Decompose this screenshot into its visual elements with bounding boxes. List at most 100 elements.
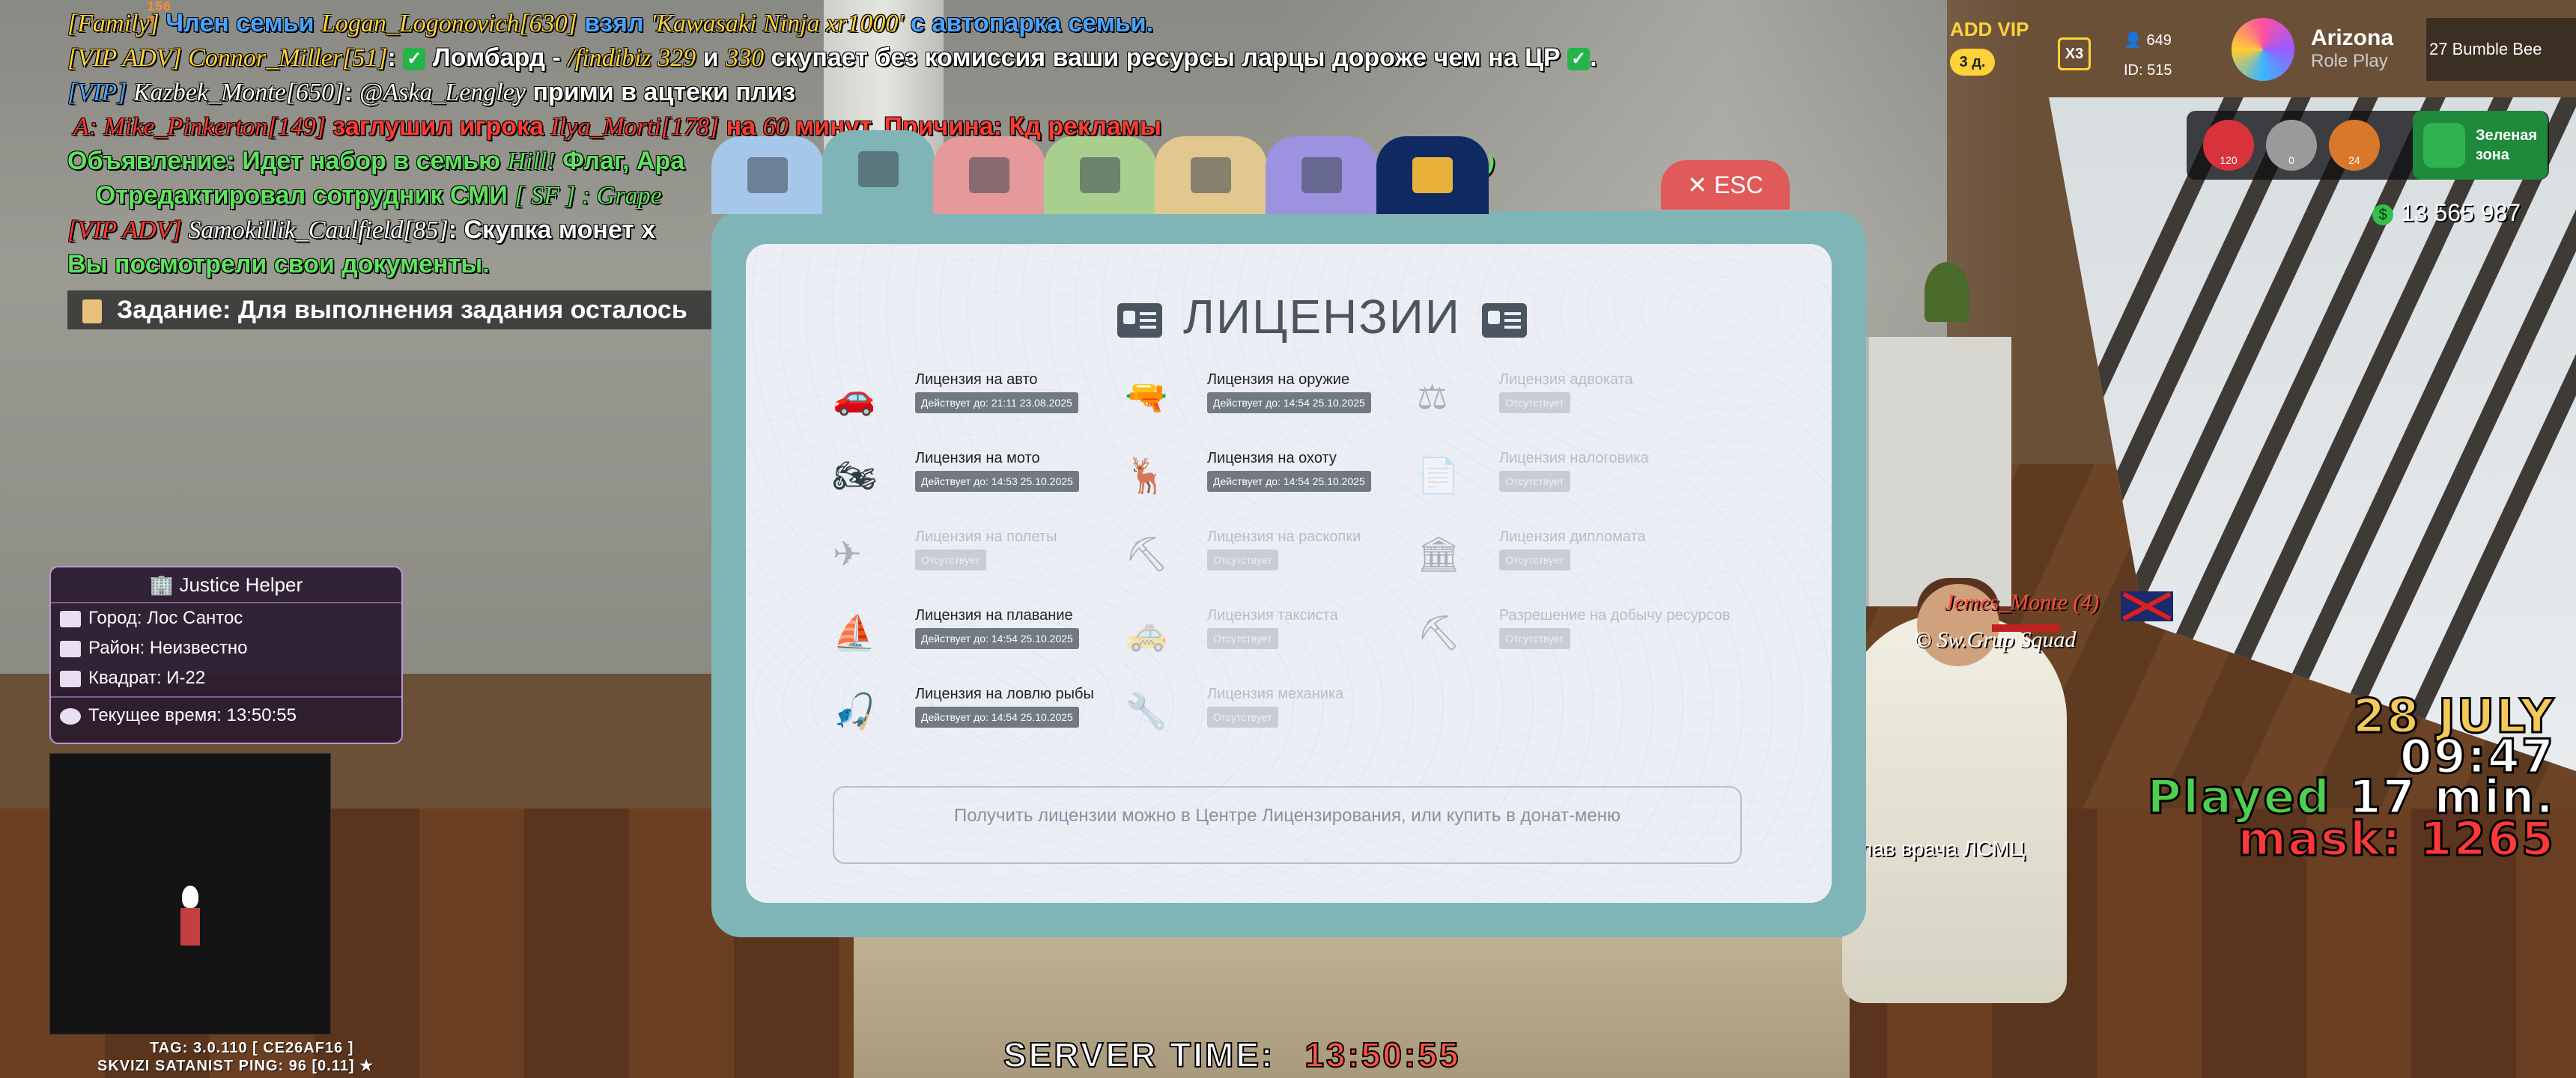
close-button[interactable]: ✕ ESC <box>1661 160 1790 210</box>
online-count: 👤 649 <box>2124 32 2172 49</box>
task-bar: Задание: Для выполнения задания осталось <box>67 290 756 329</box>
license-item: ⛏ Лицензия на раскопки Отсутствует <box>1125 529 1409 596</box>
motorcycle-icon: 🏍 <box>833 456 877 495</box>
tab-donate[interactable] <box>1376 136 1489 214</box>
chat-text: скупает без комиссия ваши ресурсы ларцы … <box>764 43 1568 72</box>
chat-line: [Family] Член семьи Logan_Logonovich[630… <box>67 6 1597 40</box>
dollar-icon: $ <box>2372 204 2393 225</box>
plane-icon: ✈ <box>833 535 862 573</box>
server-stats: 👤 649 ID: 515 <box>2124 25 2172 85</box>
task-label: Задание <box>117 296 223 324</box>
sailboat-icon: ⛵ <box>833 613 876 652</box>
vehicles-icon <box>1301 157 1342 193</box>
chat-text: Connor_Miller[51] <box>188 44 388 72</box>
chat-text: Объявление: Идет набор в семью <box>67 147 508 175</box>
license-item: ⚖ Лицензия адвоката Отсутствует <box>1417 371 1701 439</box>
chat-text: : Скупка монет х <box>448 216 656 244</box>
time-row: Текущее время: 13:50:55 <box>51 701 401 731</box>
flag-icon <box>2121 591 2173 621</box>
license-name: Лицензия на оружие <box>1207 371 1350 388</box>
license-status: Отсутствует <box>915 549 986 570</box>
chat-text: [VIP ADV] <box>67 44 189 72</box>
license-name: Лицензия на ловлю рыбы <box>915 686 1094 702</box>
tab-military[interactable] <box>1044 136 1156 214</box>
shovel-icon: ⛏ <box>1125 535 1169 573</box>
chat-text: [ SF ] : Grape <box>514 182 662 210</box>
license-item: ⛏ Разрешение на добычу ресурсов Отсутствуе… <box>1417 607 1731 674</box>
chat-line: [VIP] Kazbek_Monte[650]: @Aska_Lengley п… <box>67 75 1597 109</box>
city-row: Город: Лос Сантос <box>51 603 401 633</box>
tab-medical[interactable] <box>933 136 1045 214</box>
page-title: ЛИЦЕНЗИИ <box>1096 284 1548 349</box>
chat-text: [Family] <box>67 10 166 37</box>
tab-vehicles[interactable] <box>1266 136 1378 214</box>
license-status: Отсутствует <box>1207 707 1278 728</box>
gavel-icon: ⚖ <box>1417 377 1448 416</box>
chat-text: Ilya_Morti[178] <box>550 113 720 141</box>
plant <box>1925 262 1969 322</box>
level-badge: 24 <box>2329 120 2380 171</box>
brand-sub: Role Play <box>2311 51 2388 71</box>
chat-text: Kazbek_Monte[650] <box>133 79 344 106</box>
license-item: 🏍 Лицензия на мото Действует до: 14:53 25.… <box>833 450 1117 517</box>
chat-text: прими в ацтеки плиз <box>526 78 796 106</box>
license-status: Отсутствует <box>1499 471 1570 492</box>
client-nick-ping: SKVIZI SATANIST PING: 96 [0.11] ★ <box>97 1058 374 1074</box>
license-item: 🔧 Лицензия механика Отсутствует <box>1125 686 1409 753</box>
license-status: Действует до: 14:54 25.10.2025 <box>1207 471 1371 492</box>
license-name: Лицензия на мото <box>915 450 1040 466</box>
license-name: Лицензия налоговика <box>1499 450 1649 466</box>
scroll-icon <box>82 299 102 324</box>
client-tag: TAG: 3.0.110 [ CE26AF16 ] <box>150 1040 354 1056</box>
tab-passport[interactable] <box>711 136 824 214</box>
license-status: Действует до: 14:54 25.10.2025 <box>915 707 1079 728</box>
property-icon <box>1191 157 1231 193</box>
player-marker-base <box>180 908 200 945</box>
armor-badge: 0 <box>2266 120 2317 171</box>
pistol-icon: 🔫 <box>1125 377 1168 416</box>
license-status: Отсутствует <box>1499 392 1570 413</box>
tab-property[interactable] <box>1155 136 1267 214</box>
player-nametag: Jemes_Monte (4) <box>1944 590 2100 615</box>
player-id: ID: 515 <box>2124 62 2172 79</box>
deer-icon: 🦌 <box>1125 456 1168 495</box>
license-item: 🔫 Лицензия на оружие Действует до: 14:54 2… <box>1125 371 1409 439</box>
pickaxe-icon: ⛏ <box>1417 613 1461 652</box>
server-time: SERVER TIME: 13:50:55 <box>1003 1035 1461 1075</box>
chat-text: A: <box>67 113 104 141</box>
city-icon <box>60 610 81 627</box>
license-status: Действует до: 21:11 23.08.2025 <box>915 392 1078 413</box>
add-vip-button[interactable]: ADD VIP 3 д. <box>1950 18 2029 76</box>
player-job: лав врача ЛСМЦ <box>1860 837 2026 860</box>
chat-line: [VIP ADV] Connor_Miller[51]: ✓ Ломбард -… <box>67 40 1597 75</box>
chat-text: Samokillik_Caulfield[85] <box>188 216 449 244</box>
vip-days-badge: 3 д. <box>1950 49 1995 76</box>
justice-helper-title: 🏢 Justice Helper <box>51 567 401 603</box>
license-status: Отсутствует <box>1499 628 1570 649</box>
licenses-note: Получить лицензии можно в Центре Лицензи… <box>833 786 1742 864</box>
license-name: Лицензия на плавание <box>915 607 1073 624</box>
divider <box>51 696 401 698</box>
taxi-icon: 🚕 <box>1125 613 1168 652</box>
tab-licenses[interactable] <box>822 130 935 214</box>
cabinet-door <box>1865 337 2011 606</box>
task-text: : Для выполнения задания осталось <box>222 296 687 324</box>
license-item: 🦌 Лицензия на охоту Действует до: 14:54 25… <box>1125 450 1409 517</box>
donate-icon <box>1412 157 1453 193</box>
wrench-icon: 🔧 <box>1125 692 1168 731</box>
license-item: 🎣 Лицензия на ловлю рыбы Действует до: 14:… <box>833 686 1117 753</box>
license-item: ⛵ Лицензия на плавание Действует до: 14:54… <box>833 607 1117 674</box>
green-zone-indicator: Зеленая зона <box>2413 111 2548 180</box>
chat-text: взял <box>577 9 651 37</box>
shield-icon <box>2423 123 2465 168</box>
chat-text: с автопарка семьи. <box>903 9 1154 37</box>
brand-name: Arizona <box>2311 25 2394 50</box>
money-display: $13 565 987 <box>2372 199 2521 227</box>
license-name: Лицензия на авто <box>915 371 1038 388</box>
crosshair-icon <box>60 670 81 687</box>
clock-icon <box>60 707 81 725</box>
chat-text: 'Kawasaki Ninja xr1000' <box>651 10 904 37</box>
license-item: 🚕 Лицензия таксиста Отсутствует <box>1125 607 1409 674</box>
license-name: Лицензия на полеты <box>915 529 1057 545</box>
district-icon <box>60 640 81 657</box>
